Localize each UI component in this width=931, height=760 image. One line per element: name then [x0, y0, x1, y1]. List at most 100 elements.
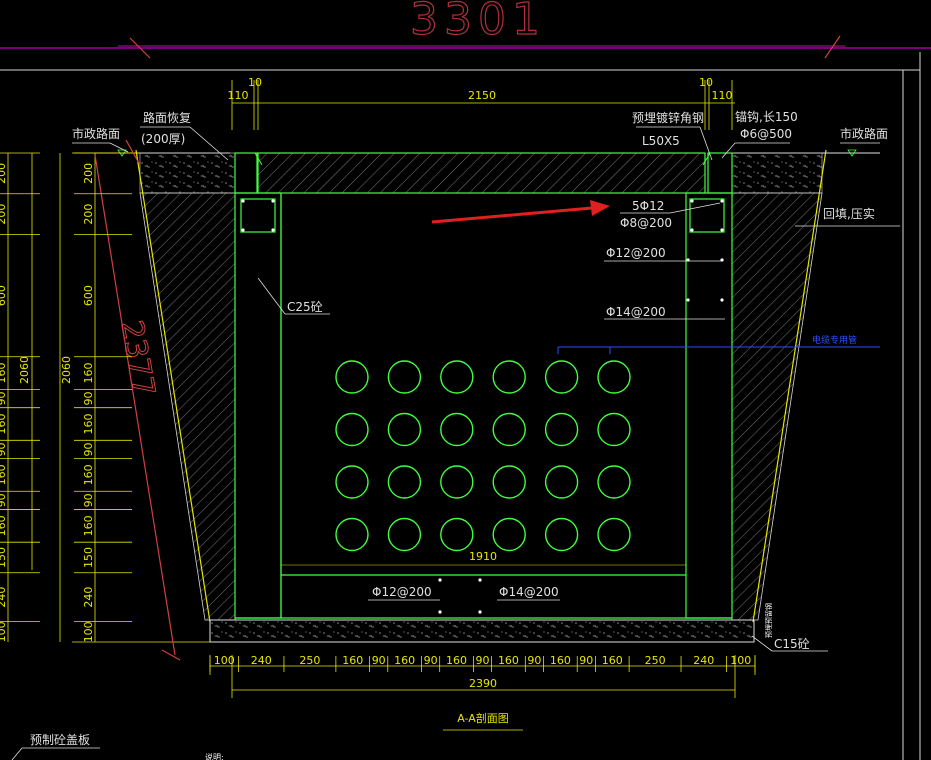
cad-drawing-canvas: 3301 路面恢复 (200厚) 市政路面 市政路面 预埋镀锌角钢 L50X5 …: [0, 0, 931, 760]
label-city-road-right: 市政路面: [840, 126, 888, 141]
dim-bottom-label: 160: [550, 654, 571, 667]
road-surface-right: [731, 152, 823, 194]
dim-left-label: 160: [82, 464, 95, 485]
cable-pipe: [544, 465, 579, 499]
dim-left-label: 160: [0, 363, 8, 384]
cable-pipe: [440, 412, 474, 447]
backfill-right: [731, 192, 823, 621]
label-precast-cover: 预制砼盖板: [30, 733, 90, 747]
dim-left-label: 160: [82, 413, 95, 434]
dim-left-label: 600: [0, 285, 8, 306]
cable-pipe: [597, 465, 631, 499]
cable-pipe: [544, 517, 579, 552]
label-concrete-c25: C25砼: [287, 300, 323, 314]
dim-left-label: 160: [82, 515, 95, 536]
backfill-left: [139, 192, 236, 621]
dim-left-label: 160: [82, 363, 95, 384]
dim-inner-bottom: 1910: [469, 550, 497, 563]
dimension-top-labels: 11010215010110: [228, 76, 733, 102]
dim-bottom-label: 100: [730, 654, 751, 667]
dim-left-label: 90: [82, 442, 95, 456]
dim-top-label: 10: [699, 76, 713, 89]
cable-pipe: [440, 517, 474, 552]
dim-bottom-label: 250: [645, 654, 666, 667]
dim-bottom-label: 90: [579, 654, 593, 667]
label-rebar-top: 5Φ12: [632, 199, 664, 213]
dim-top-label: 10: [248, 76, 262, 89]
dim-slope: 2377: [113, 318, 161, 399]
cable-pipe: [492, 412, 526, 447]
dim-left-label: 160: [0, 515, 8, 536]
label-rebar-wall-2: Φ14@200: [606, 305, 666, 319]
label-road-restore: 路面恢复: [143, 110, 191, 125]
cable-pipe: [335, 465, 369, 499]
label-rebar-wall-1: Φ12@200: [606, 246, 666, 260]
dim-left-label: 200: [82, 163, 95, 184]
dim-bottom-label: 160: [446, 654, 467, 667]
cable-pipe: [544, 360, 579, 394]
label-rebar-bottom-2: Φ14@200: [499, 585, 559, 599]
c15-cushion: [209, 619, 755, 643]
dim-left-label: 90: [0, 493, 8, 507]
label-embedded-angle: 预埋镀锌角钢: [632, 111, 704, 125]
dim-left-label: 200: [0, 204, 8, 225]
label-cushion-note: 预埋预留钢: [764, 603, 773, 638]
dim-height-total-far: 2060: [18, 356, 31, 384]
dim-bottom-label: 240: [251, 654, 272, 667]
cable-pipe-grid: [335, 360, 631, 552]
label-note: 说明:: [205, 752, 224, 760]
dim-bottom-label: 90: [476, 654, 490, 667]
label-road-restore-thickness: (200厚): [141, 132, 185, 146]
dim-bottom-label: 90: [424, 654, 438, 667]
cable-pipe: [387, 360, 422, 394]
cable-pipe: [492, 360, 526, 394]
dim-left-label: 600: [82, 285, 95, 306]
label-angle-size: L50X5: [642, 134, 680, 148]
dim-top-label: 110: [712, 89, 733, 102]
cover-slab: [257, 152, 706, 194]
label-rebar-top-stirrup: Φ8@200: [620, 216, 672, 230]
cable-pipe: [387, 465, 422, 499]
dim-left-label: 150: [82, 547, 95, 568]
cable-pipe: [492, 465, 526, 499]
cable-pipe: [597, 517, 631, 552]
dim-left-label: 90: [0, 392, 8, 406]
cable-pipe: [387, 412, 422, 447]
dim-left-label: 200: [0, 163, 8, 184]
cable-pipe: [440, 360, 474, 394]
label-rebar-bottom-1: Φ12@200: [372, 585, 432, 599]
dim-bottom-label: 240: [693, 654, 714, 667]
dim-total-bottom: 2390: [469, 677, 497, 690]
dim-left-label: 100: [0, 621, 8, 642]
dim-bottom-label: 160: [342, 654, 363, 667]
cable-pipe: [597, 360, 631, 394]
dim-left-label: 90: [82, 392, 95, 406]
dimension-far-left-labels: 200 200 600 160 90 160 90 160 90 160 150 240 100: [0, 152, 40, 642]
road-surface-left: [139, 152, 236, 194]
dim-bottom-label: 90: [372, 654, 386, 667]
label-backfill: 回填,压实: [823, 206, 875, 221]
cable-pipe: [544, 412, 579, 447]
section-title: A-A剖面图: [457, 711, 509, 725]
drawing-number: 3301: [410, 0, 546, 45]
dim-left-label: 160: [0, 413, 8, 434]
dim-left-label: 90: [82, 493, 95, 507]
cable-pipe: [492, 517, 526, 552]
dim-left-label: 200: [82, 204, 95, 225]
dim-bottom-label: 90: [527, 654, 541, 667]
dim-left-label: 160: [0, 464, 8, 485]
dim-left-label: 90: [0, 442, 8, 456]
dim-height-total: 2060: [60, 356, 73, 384]
red-arrow-annotation: [431, 200, 610, 224]
cable-pipe: [597, 412, 631, 447]
dimension-bottom-labels: 100 240 250 160 90 160 90 160 90 160 90 160 90 160 250…: [209, 654, 756, 672]
dim-left-label: 150: [0, 547, 8, 568]
label-cable-tube: 电缆专用管: [812, 334, 857, 346]
dim-bottom-label: 100: [214, 654, 235, 667]
dim-left-label: 100: [82, 621, 95, 642]
cable-pipe: [440, 465, 474, 499]
label-anchor-hook: 锚钩,长150: [735, 109, 798, 124]
label-concrete-c15: C15砼: [774, 637, 810, 651]
label-anchor-spacing: Φ6@500: [740, 127, 792, 141]
dim-bottom-label: 250: [299, 654, 320, 667]
